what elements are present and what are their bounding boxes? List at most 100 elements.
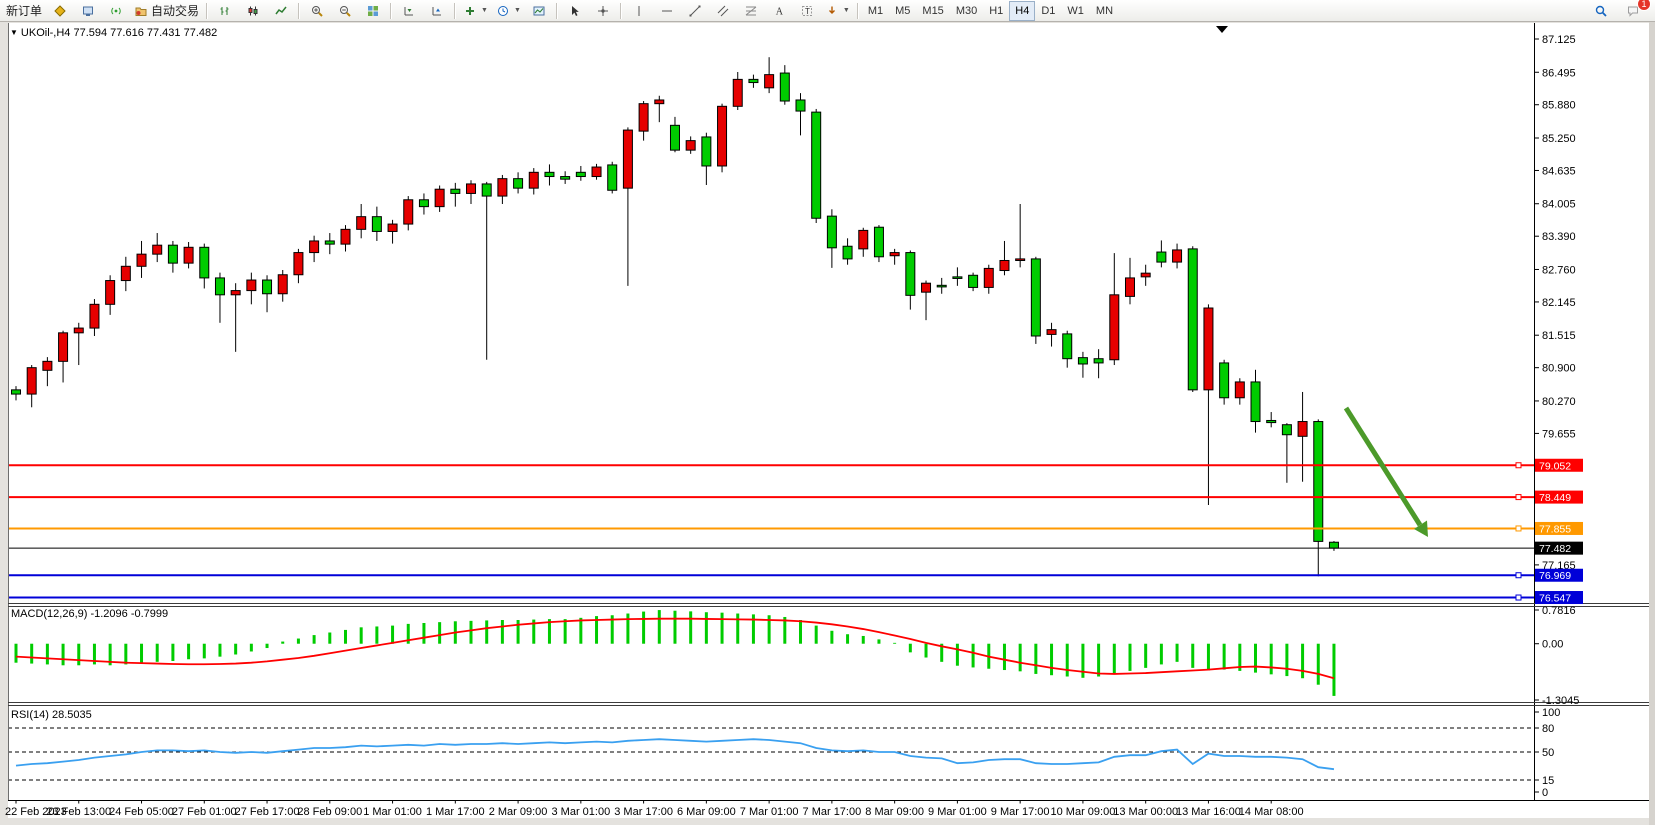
candle-body [639, 104, 648, 131]
chart-symbol-label[interactable]: ▼UKOil-,H4 77.594 77.616 77.431 77.482 [10, 27, 217, 39]
line-handle[interactable] [1516, 573, 1521, 578]
new-order-button-label: 新订单 [6, 2, 42, 19]
gold-diamond-icon [53, 4, 67, 18]
market-watch-button[interactable] [74, 0, 102, 22]
candle-body [1235, 382, 1244, 398]
signals-button[interactable] [102, 0, 130, 22]
chart-background [8, 23, 1649, 818]
candle-body [780, 73, 789, 101]
candle-body [372, 217, 381, 232]
cursor-button[interactable] [561, 0, 589, 22]
auto-scroll-icon [430, 4, 444, 18]
candle-body [90, 304, 99, 328]
timeframe-h4-button[interactable]: H4 [1009, 1, 1035, 21]
candle-body [874, 227, 883, 257]
zoom-in-icon [310, 4, 324, 18]
candle-body [718, 106, 727, 166]
timeframe-mn-button[interactable]: MN [1090, 1, 1119, 21]
template-icon [532, 4, 546, 18]
timeframe-d1-button[interactable]: D1 [1035, 1, 1061, 21]
autotrade-folder-icon [134, 4, 148, 18]
timeframe-m30-button[interactable]: M30 [950, 1, 983, 21]
line-handle[interactable] [1516, 463, 1521, 468]
candle-body [670, 125, 679, 150]
candle-body [765, 75, 774, 88]
candle-body [121, 266, 130, 280]
order-icon-button[interactable] [46, 0, 74, 22]
horizontal-line-button[interactable] [653, 0, 681, 22]
indicators-button[interactable]: ▼ [459, 0, 492, 22]
periods-button[interactable]: ▼ [492, 0, 525, 22]
candle-body [1063, 334, 1072, 359]
zoom-out-button[interactable] [331, 0, 359, 22]
search-button[interactable] [1587, 0, 1615, 22]
trendline-button[interactable] [681, 0, 709, 22]
candlestick-chart-button[interactable] [239, 0, 267, 22]
chart-shift-icon [402, 4, 416, 18]
svg-text:77.855: 77.855 [1539, 523, 1571, 535]
svg-text:78.449: 78.449 [1539, 492, 1571, 504]
candle-body [890, 253, 899, 256]
timeframe-m5-button[interactable]: M5 [889, 1, 916, 21]
svg-text:6 Mar 09:00: 6 Mar 09:00 [677, 806, 736, 818]
crosshair-icon [596, 4, 610, 18]
bar-chart-button[interactable] [211, 0, 239, 22]
channel-button[interactable] [709, 0, 737, 22]
timeframe-m15-button[interactable]: M15 [916, 1, 949, 21]
candle-body [467, 184, 476, 194]
crosshair-button[interactable] [589, 0, 617, 22]
svg-text:27 Feb 01:00: 27 Feb 01:00 [172, 806, 237, 818]
candle-body [27, 368, 36, 394]
dropdown-arrow-icon: ▼ [514, 7, 521, 14]
dropdown-arrow-icon: ▼ [481, 7, 488, 14]
candle-body [294, 253, 303, 275]
chat-button[interactable]: 1 [1619, 0, 1647, 22]
candle-body [545, 172, 554, 176]
zoom-in-button[interactable] [303, 0, 331, 22]
candle-body [733, 79, 742, 106]
svg-text:83.390: 83.390 [1542, 231, 1576, 243]
svg-text:79.052: 79.052 [1539, 460, 1571, 472]
auto-trading-button[interactable]: 自动交易 [130, 0, 203, 22]
svg-text:13 Mar 00:00: 13 Mar 00:00 [1113, 806, 1178, 818]
svg-text:1 Mar 17:00: 1 Mar 17:00 [426, 806, 485, 818]
candle-body [310, 241, 319, 253]
chart-canvas[interactable]: 87.12586.49585.88085.25084.63584.00583.3… [0, 0, 1655, 825]
line-handle[interactable] [1516, 495, 1521, 500]
fibonacci-button[interactable] [737, 0, 765, 22]
svg-text:27 Feb 17:00: 27 Feb 17:00 [235, 806, 300, 818]
candle-body [1251, 382, 1260, 422]
timeframe-h1-button[interactable]: H1 [983, 1, 1009, 21]
templates-button[interactable] [525, 0, 553, 22]
line-chart-button[interactable] [267, 0, 295, 22]
candle-body [184, 247, 193, 263]
arrows-button[interactable]: ▼ [821, 0, 854, 22]
right-scroll-strip[interactable] [1649, 22, 1655, 825]
chart-shift-button[interactable] [395, 0, 423, 22]
auto-scroll-button[interactable] [423, 0, 451, 22]
candle-body [419, 200, 428, 207]
new-order-button[interactable]: 新订单 [2, 0, 46, 22]
vertical-line-button[interactable] [625, 0, 653, 22]
text-label-button[interactable]: T [793, 0, 821, 22]
svg-text:0.7816: 0.7816 [1542, 605, 1576, 617]
candle-body [153, 245, 162, 254]
timeframe-w1-button[interactable]: W1 [1061, 1, 1090, 21]
text-button[interactable]: A [765, 0, 793, 22]
arrow-tools-icon [825, 4, 839, 18]
svg-text:84.005: 84.005 [1542, 199, 1576, 211]
candle-body [514, 179, 523, 189]
candle-body [59, 333, 68, 362]
line-handle[interactable] [1516, 526, 1521, 531]
candle-body [1220, 363, 1229, 398]
candle-body [341, 229, 350, 244]
candle-body [592, 167, 601, 177]
timeframe-m1-button[interactable]: M1 [862, 1, 889, 21]
candle-body [812, 112, 821, 218]
line-handle[interactable] [1516, 595, 1521, 600]
tile-windows-icon [366, 4, 380, 18]
macd-indicator-label: MACD(12,26,9) -1.2096 -0.7999 [11, 608, 168, 620]
svg-text:2 Mar 09:00: 2 Mar 09:00 [489, 806, 548, 818]
candle-body [827, 216, 836, 248]
tile-windows-button[interactable] [359, 0, 387, 22]
